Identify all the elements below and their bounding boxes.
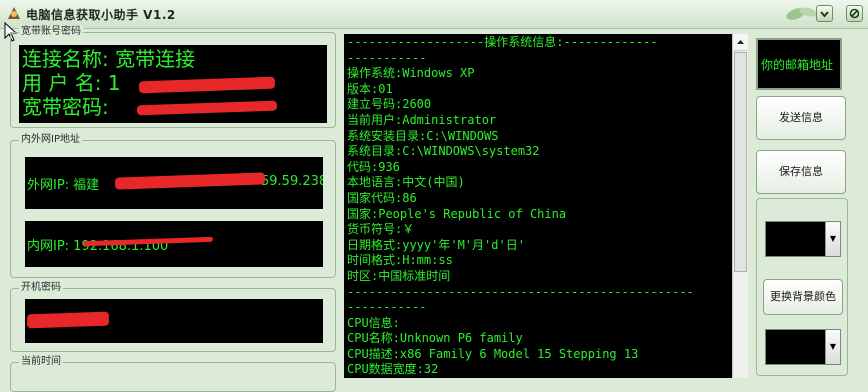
boot-password-group-label: 开机密码: [19, 281, 63, 295]
console-line: CPU描述:x86 Family 6 Model 15 Stepping 13: [347, 346, 639, 361]
console-line: 货币符号:￥: [347, 222, 415, 237]
console-line: CPU数据宽度:32: [347, 362, 439, 377]
console-line: 建立号码:2600: [347, 97, 432, 112]
console-line: 操作系统:Windows XP: [347, 66, 475, 81]
chevron-down-icon[interactable]: ▼: [825, 330, 840, 364]
broadband-panel: 连接名称: 宽带连接 用 户 名: 1 宽带密码:: [19, 45, 327, 123]
scroll-thumb[interactable]: [734, 52, 747, 272]
title-bar: 电脑信息获取小助手 V1.2: [0, 0, 868, 29]
broadband-group: 宽带账号密码 连接名称: 宽带连接 用 户 名: 1 宽带密码:: [10, 25, 336, 128]
close-button[interactable]: [846, 5, 863, 22]
console-line: CPU信息:: [347, 315, 400, 330]
window-title: 电脑信息获取小助手 V1.2: [26, 8, 176, 22]
console-line: 时间格式:H:mm:ss: [347, 253, 453, 268]
external-ip-text: 外网IP: 福建: [27, 178, 100, 193]
minimize-button[interactable]: [816, 5, 833, 22]
leaf-decoration-icon: [786, 7, 817, 20]
console-scrollbar[interactable]: [732, 34, 748, 378]
console-line: 时区:中国标准时间: [347, 268, 451, 283]
email-input[interactable]: 你的邮箱地址: [756, 38, 842, 90]
ip-group: 内外网IP地址 外网IP: 福建 59.59.238.1 内网IP: 192.1…: [10, 133, 336, 278]
boot-password-panel: [25, 299, 323, 343]
broadband-group-label: 宽带账号密码: [19, 25, 83, 39]
console-line: 版本:01: [347, 81, 393, 96]
external-ip-redaction: [114, 172, 266, 190]
console-line: CPU名称:Unknown P6 family: [347, 331, 523, 346]
console-text-area: -------------------操作系统信息:------------- -…: [347, 35, 694, 378]
color-options-group: ▼ 更换背景颜色 ▼: [756, 198, 848, 376]
ip-group-label: 内外网IP地址: [19, 133, 82, 147]
change-background-button[interactable]: 更换背景颜色: [763, 279, 843, 315]
minimize-icon: [820, 11, 829, 18]
console-line: ----------------------------------------…: [347, 284, 694, 299]
console-line: 代码:936: [347, 159, 400, 174]
console-line: 当前用户:Administrator: [347, 112, 497, 127]
system-info-console[interactable]: -------------------操作系统信息:------------- -…: [344, 34, 732, 378]
send-info-button[interactable]: 发送信息: [756, 96, 846, 140]
save-info-button[interactable]: 保存信息: [756, 150, 846, 194]
current-time-group-label: 当前时间: [19, 355, 63, 369]
chevron-down-icon[interactable]: ▼: [825, 222, 840, 256]
console-line: 国家代码:86: [347, 190, 417, 205]
username-text: 用 户 名: 1: [22, 71, 121, 95]
console-line: 日期格式:yyyy'年'M'月'd'日': [347, 237, 525, 252]
console-line: -----------: [347, 50, 427, 65]
console-line: -------------------操作系统信息:-------------: [347, 35, 658, 49]
current-time-group: 当前时间: [10, 355, 336, 392]
external-ip-panel: 外网IP: 福建 59.59.238.1: [25, 157, 323, 209]
console-line: 系统目录:C:\WINDOWS\system32: [347, 144, 540, 159]
broadband-password-text: 宽带密码:: [22, 95, 109, 119]
console-line: 本地语言:中文(中国): [347, 175, 465, 190]
email-placeholder-text: 你的邮箱地址: [761, 58, 834, 72]
arrow-up-icon: [737, 40, 744, 44]
boot-password-redaction: [26, 311, 110, 329]
text-color-select[interactable]: ▼: [765, 221, 841, 257]
background-color-select[interactable]: ▼: [765, 329, 841, 365]
close-icon: [849, 8, 860, 19]
console-line: 国家:People's Republic of China: [347, 206, 567, 221]
scroll-up-button[interactable]: [733, 34, 748, 51]
console-line: -----------: [347, 300, 427, 315]
connection-name-text: 连接名称: 宽带连接: [22, 47, 196, 71]
internal-ip-panel: 内网IP: 192.168.1.100: [25, 221, 323, 267]
username-redaction: [138, 76, 276, 94]
external-ip-tail: 59.59.238.1: [261, 174, 323, 189]
boot-password-group: 开机密码: [10, 281, 336, 352]
console-line: 系统安装目录:C:\WINDOWS: [347, 128, 499, 143]
app-icon: [8, 7, 20, 19]
password-redaction: [136, 100, 278, 116]
